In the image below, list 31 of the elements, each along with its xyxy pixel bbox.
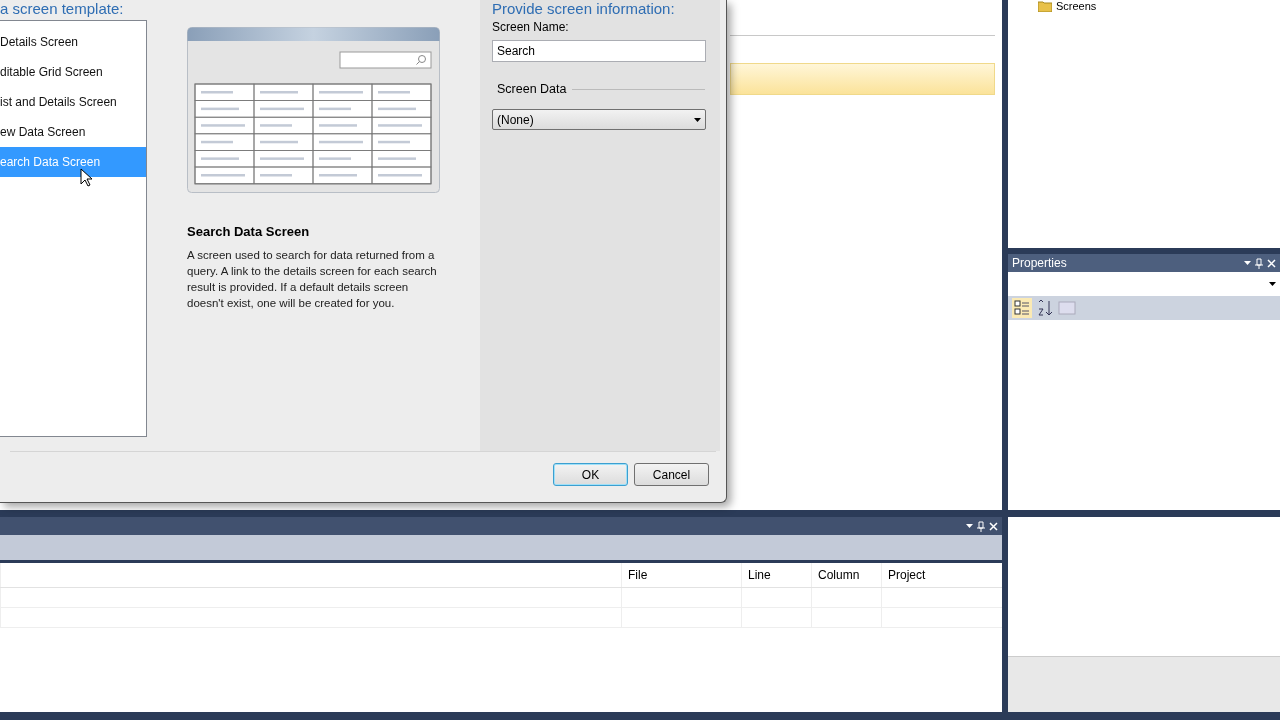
- dialog-heading: a screen template:: [0, 0, 125, 19]
- template-item[interactable]: ew Data Screen: [0, 117, 146, 147]
- column-header[interactable]: Column: [811, 563, 881, 587]
- pin-icon[interactable]: [977, 520, 985, 532]
- dialog-button[interactable]: OK: [553, 463, 628, 486]
- dialog-button[interactable]: Cancel: [634, 463, 709, 486]
- panel-header: Properties: [1008, 254, 1280, 272]
- pin-icon[interactable]: [1255, 257, 1263, 269]
- column-header[interactable]: Line: [741, 563, 811, 587]
- template-title: Search Data Screen: [187, 224, 311, 239]
- template-item[interactable]: ist and Details Screen: [0, 87, 146, 117]
- folder-icon: [1038, 0, 1052, 12]
- column-header[interactable]: Project: [881, 563, 1002, 587]
- screen-data-dropdown[interactable]: (None): [492, 109, 706, 130]
- dropdown-arrow-icon[interactable]: [966, 524, 973, 528]
- dropdown-arrow-icon[interactable]: [1244, 261, 1251, 265]
- dropdown-arrow-icon: [1269, 282, 1276, 286]
- field-label: Screen Name:: [492, 20, 570, 34]
- template-item[interactable]: Details Screen: [0, 27, 146, 57]
- dropdown-arrow-icon: [694, 117, 701, 122]
- column-header[interactable]: File: [621, 563, 741, 587]
- template-description: A screen used to search for data returned from a query. A link to the details screen for each search result is provided. If a default details screen doesn't exist, one will be created for you.: [187, 248, 437, 311]
- sort-icon[interactable]: [1036, 299, 1054, 317]
- close-icon[interactable]: [989, 521, 998, 531]
- tree-item[interactable]: Screens: [1038, 0, 1280, 12]
- screen-name-input[interactable]: Search: [492, 40, 706, 62]
- group-label: Screen Data: [497, 82, 567, 96]
- close-icon[interactable]: [1267, 258, 1276, 268]
- dialog-heading: Provide screen information:: [492, 0, 676, 19]
- mouse-pointer-icon: [80, 168, 93, 187]
- template-item[interactable]: ditable Grid Screen: [0, 57, 146, 87]
